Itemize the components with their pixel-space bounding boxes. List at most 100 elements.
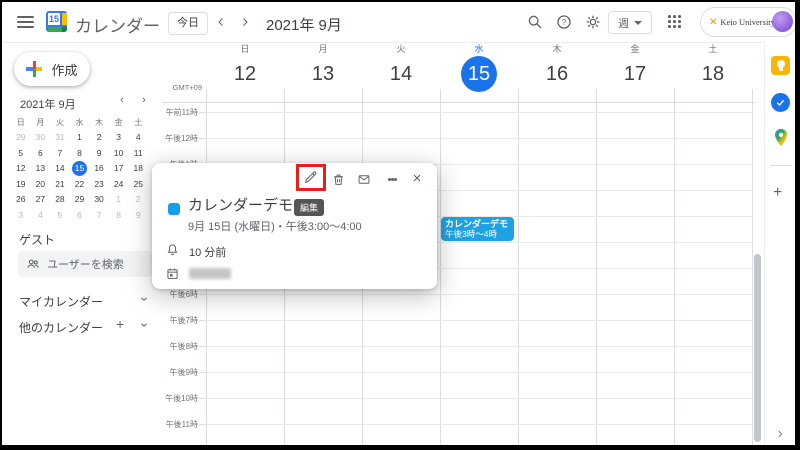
mini-calendar-day[interactable]: 29: [70, 192, 90, 208]
week-day-header[interactable]: 日12: [206, 43, 284, 101]
mini-calendar-day[interactable]: 25: [128, 177, 148, 193]
day-number[interactable]: 18: [674, 56, 752, 92]
mini-calendar-day[interactable]: 17: [109, 161, 129, 177]
calendar-logo-icon[interactable]: 15: [46, 11, 67, 32]
week-day-header[interactable]: 金17: [596, 43, 674, 101]
mini-calendar-day[interactable]: 24: [109, 177, 129, 193]
mini-calendar-day[interactable]: 11: [128, 146, 148, 162]
mini-calendar-day[interactable]: 30: [89, 192, 109, 208]
google-apps-grid-icon[interactable]: [668, 15, 681, 28]
view-selector-dropdown[interactable]: 週: [608, 11, 652, 34]
mini-calendar-day[interactable]: 23: [89, 177, 109, 193]
mini-calendar-day[interactable]: 13: [31, 161, 51, 177]
mini-calendar-day[interactable]: 16: [89, 161, 109, 177]
mini-calendar-day[interactable]: 29: [11, 130, 31, 146]
search-icon[interactable]: [526, 13, 544, 31]
mini-calendar-day-header: 金: [109, 116, 129, 130]
mini-calendar-day[interactable]: 15: [70, 161, 90, 177]
mini-calendar-day[interactable]: 20: [31, 177, 51, 193]
avatar[interactable]: [772, 11, 793, 32]
day-number[interactable]: 17: [596, 56, 674, 92]
tasks-icon[interactable]: [771, 93, 790, 112]
mini-calendar-day[interactable]: 9: [128, 208, 148, 224]
day-number[interactable]: 12: [206, 56, 284, 92]
mini-calendar-day[interactable]: 19: [11, 177, 31, 193]
mini-calendar-day[interactable]: 5: [11, 146, 31, 162]
week-day-header[interactable]: 木16: [518, 43, 596, 101]
mini-calendar-day[interactable]: 6: [70, 208, 90, 224]
get-addons-icon[interactable]: +: [773, 184, 782, 202]
mini-calendar-day[interactable]: 26: [11, 192, 31, 208]
close-icon[interactable]: ×: [409, 170, 425, 186]
main-menu-icon[interactable]: [17, 16, 34, 31]
event-color-swatch: [168, 203, 180, 215]
mini-calendar-day[interactable]: 10: [109, 146, 129, 162]
mini-calendar-day[interactable]: 4: [128, 130, 148, 146]
guests-label: ゲスト: [19, 231, 55, 248]
account-pill[interactable]: ✕ Keio University: [700, 7, 795, 37]
mini-calendar-day[interactable]: 14: [50, 161, 70, 177]
week-day-header[interactable]: 火14: [362, 43, 440, 101]
week-day-header[interactable]: 月13: [284, 43, 362, 101]
next-week-icon[interactable]: [236, 13, 254, 31]
mini-calendar-day[interactable]: 9: [89, 146, 109, 162]
mini-calendar-day[interactable]: 8: [70, 146, 90, 162]
mini-calendar-day[interactable]: 31: [50, 130, 70, 146]
create-button[interactable]: 作成: [14, 52, 90, 86]
side-panel: +: [764, 42, 795, 445]
day-number[interactable]: 16: [518, 56, 596, 92]
mini-calendar-prev-icon[interactable]: ‹: [115, 94, 129, 106]
mini-calendar-next-icon[interactable]: ›: [137, 94, 151, 106]
time-label: 午後7時: [156, 315, 198, 326]
mini-calendar-day[interactable]: 28: [50, 192, 70, 208]
day-number[interactable]: 13: [284, 56, 362, 92]
keep-icon[interactable]: [771, 56, 790, 75]
vertical-scrollbar[interactable]: [754, 254, 761, 442]
mini-calendar-day[interactable]: 3: [109, 130, 129, 146]
other-calendars-label[interactable]: 他のカレンダー: [19, 319, 103, 336]
mini-calendar-day[interactable]: 21: [50, 177, 70, 193]
mini-calendar-day[interactable]: 12: [11, 161, 31, 177]
week-day-header[interactable]: 水15: [440, 43, 518, 101]
mini-calendar-day[interactable]: 5: [50, 208, 70, 224]
mini-calendar-day[interactable]: 1: [70, 130, 90, 146]
mini-calendar-day[interactable]: 27: [31, 192, 51, 208]
time-label: 午後12時: [156, 133, 198, 144]
mini-calendar-day[interactable]: 4: [31, 208, 51, 224]
today-button[interactable]: 今日: [168, 12, 208, 35]
delete-trash-icon[interactable]: [330, 171, 346, 187]
day-number[interactable]: 14: [362, 56, 440, 92]
calendar-event[interactable]: カレンダーデモ 午後3時〜4時: [441, 217, 514, 241]
mini-calendar-day[interactable]: 7: [50, 146, 70, 162]
account-org-name: Keio University: [720, 17, 775, 27]
prev-week-icon[interactable]: [212, 13, 230, 31]
hide-panel-icon[interactable]: [775, 426, 785, 444]
settings-gear-icon[interactable]: [584, 13, 602, 31]
my-calendars-collapse-icon[interactable]: [138, 293, 150, 305]
email-envelope-icon[interactable]: [356, 171, 372, 187]
maps-icon[interactable]: [773, 128, 789, 152]
mini-calendar-day[interactable]: 18: [128, 161, 148, 177]
mini-calendar-day[interactable]: 8: [109, 208, 129, 224]
mini-calendar-day[interactable]: 6: [31, 146, 51, 162]
mini-calendar-day[interactable]: 7: [89, 208, 109, 224]
mini-calendar-day[interactable]: 30: [31, 130, 51, 146]
mini-calendar-day[interactable]: 2: [128, 192, 148, 208]
mini-calendar-day[interactable]: 22: [70, 177, 90, 193]
week-day-header[interactable]: 土18: [674, 43, 752, 101]
mini-calendar-day[interactable]: 1: [109, 192, 129, 208]
header-divider: [162, 102, 755, 103]
time-label: 午後10時: [156, 393, 198, 404]
add-other-calendar-icon[interactable]: +: [116, 316, 124, 332]
more-options-icon[interactable]: [384, 171, 400, 187]
day-number-today[interactable]: 15: [461, 56, 497, 92]
search-users-input[interactable]: ユーザーを検索: [18, 251, 152, 277]
edit-pencil-icon[interactable]: [303, 169, 319, 185]
other-calendars-collapse-icon[interactable]: [138, 319, 150, 331]
day-name: 金: [596, 43, 674, 56]
mini-calendar-day[interactable]: 3: [11, 208, 31, 224]
help-icon[interactable]: ?: [555, 13, 573, 31]
my-calendars-label[interactable]: マイカレンダー: [19, 293, 103, 310]
mini-calendar-day[interactable]: 2: [89, 130, 109, 146]
reminder-text: 10 分前: [189, 244, 226, 260]
